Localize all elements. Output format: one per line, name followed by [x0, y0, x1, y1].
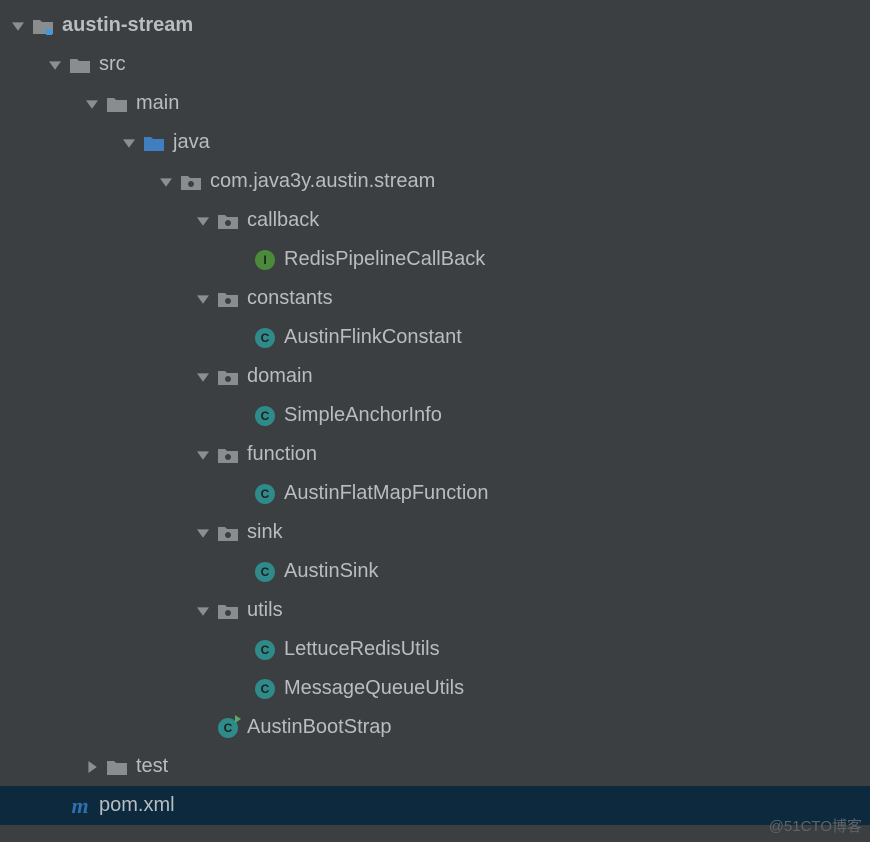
chevron-down-icon[interactable] — [195, 291, 211, 307]
chevron-down-icon[interactable] — [195, 369, 211, 385]
tree-row[interactable]: C SimpleAnchorInfo — [0, 396, 870, 435]
tree-item-label: sink — [247, 521, 283, 544]
chevron-down-icon[interactable] — [158, 174, 174, 190]
watermark: @51CTO博客 — [769, 815, 862, 836]
tree-row[interactable]: utils — [0, 591, 870, 630]
class-icon: C — [254, 483, 276, 505]
tree-row[interactable]: C AustinFlatMapFunction — [0, 474, 870, 513]
tree-row[interactable]: sink — [0, 513, 870, 552]
tree-row[interactable]: callback — [0, 201, 870, 240]
tree-item-label: pom.xml — [99, 794, 175, 817]
tree-item-label: src — [99, 53, 126, 76]
tree-item-label: com.java3y.austin.stream — [210, 170, 435, 193]
project-tree[interactable]: austin-stream src main java com.java3y.a… — [0, 0, 870, 825]
tree-row[interactable]: domain — [0, 357, 870, 396]
tree-row[interactable]: java — [0, 123, 870, 162]
tree-row[interactable]: src — [0, 45, 870, 84]
tree-item-label: SimpleAnchorInfo — [284, 404, 442, 427]
tree-item-label: domain — [247, 365, 313, 388]
tree-item-label: LettuceRedisUtils — [284, 638, 440, 661]
tree-item-label: austin-stream — [62, 14, 193, 37]
tree-item-label: AustinBootStrap — [247, 716, 392, 739]
tree-row[interactable]: C AustinBootStrap — [0, 708, 870, 747]
chevron-down-icon[interactable] — [195, 213, 211, 229]
tree-item-label: test — [136, 755, 168, 778]
tree-item-label: AustinFlatMapFunction — [284, 482, 489, 505]
maven-file-icon: m — [69, 795, 91, 817]
folder-icon — [106, 93, 128, 115]
source-folder-icon — [143, 132, 165, 154]
tree-row[interactable]: austin-stream — [0, 6, 870, 45]
tree-row[interactable]: main — [0, 84, 870, 123]
package-icon — [217, 444, 239, 466]
class-icon: C — [254, 327, 276, 349]
tree-item-label: MessageQueueUtils — [284, 677, 464, 700]
chevron-down-icon[interactable] — [121, 135, 137, 151]
chevron-down-icon[interactable] — [10, 18, 26, 34]
package-icon — [217, 288, 239, 310]
class-icon: C — [254, 561, 276, 583]
package-icon — [217, 522, 239, 544]
tree-row[interactable]: I RedisPipelineCallBack — [0, 240, 870, 279]
tree-item-label: utils — [247, 599, 283, 622]
tree-row[interactable]: constants — [0, 279, 870, 318]
tree-item-label: RedisPipelineCallBack — [284, 248, 485, 271]
package-icon — [217, 366, 239, 388]
module-icon — [32, 15, 54, 37]
chevron-down-icon[interactable] — [195, 447, 211, 463]
tree-item-label: function — [247, 443, 317, 466]
tree-row[interactable]: function — [0, 435, 870, 474]
tree-row[interactable]: com.java3y.austin.stream — [0, 162, 870, 201]
tree-row[interactable]: C LettuceRedisUtils — [0, 630, 870, 669]
runnable-class-icon: C — [217, 717, 239, 739]
folder-icon — [69, 54, 91, 76]
class-icon: C — [254, 678, 276, 700]
tree-row[interactable]: test — [0, 747, 870, 786]
tree-item-label: AustinFlinkConstant — [284, 326, 462, 349]
tree-item-label: callback — [247, 209, 319, 232]
tree-item-label: java — [173, 131, 210, 154]
chevron-down-icon[interactable] — [47, 57, 63, 73]
tree-item-label: main — [136, 92, 179, 115]
tree-row[interactable]: C AustinSink — [0, 552, 870, 591]
tree-row[interactable]: C AustinFlinkConstant — [0, 318, 870, 357]
package-icon — [217, 600, 239, 622]
class-icon: C — [254, 639, 276, 661]
chevron-down-icon[interactable] — [84, 96, 100, 112]
tree-item-label: constants — [247, 287, 333, 310]
chevron-down-icon[interactable] — [195, 603, 211, 619]
tree-row[interactable]: C MessageQueueUtils — [0, 669, 870, 708]
package-icon — [217, 210, 239, 232]
folder-icon — [106, 756, 128, 778]
tree-row[interactable]: m pom.xml — [0, 786, 870, 825]
interface-icon: I — [254, 249, 276, 271]
tree-item-label: AustinSink — [284, 560, 379, 583]
chevron-down-icon[interactable] — [195, 525, 211, 541]
chevron-right-icon[interactable] — [84, 759, 100, 775]
class-icon: C — [254, 405, 276, 427]
package-icon — [180, 171, 202, 193]
